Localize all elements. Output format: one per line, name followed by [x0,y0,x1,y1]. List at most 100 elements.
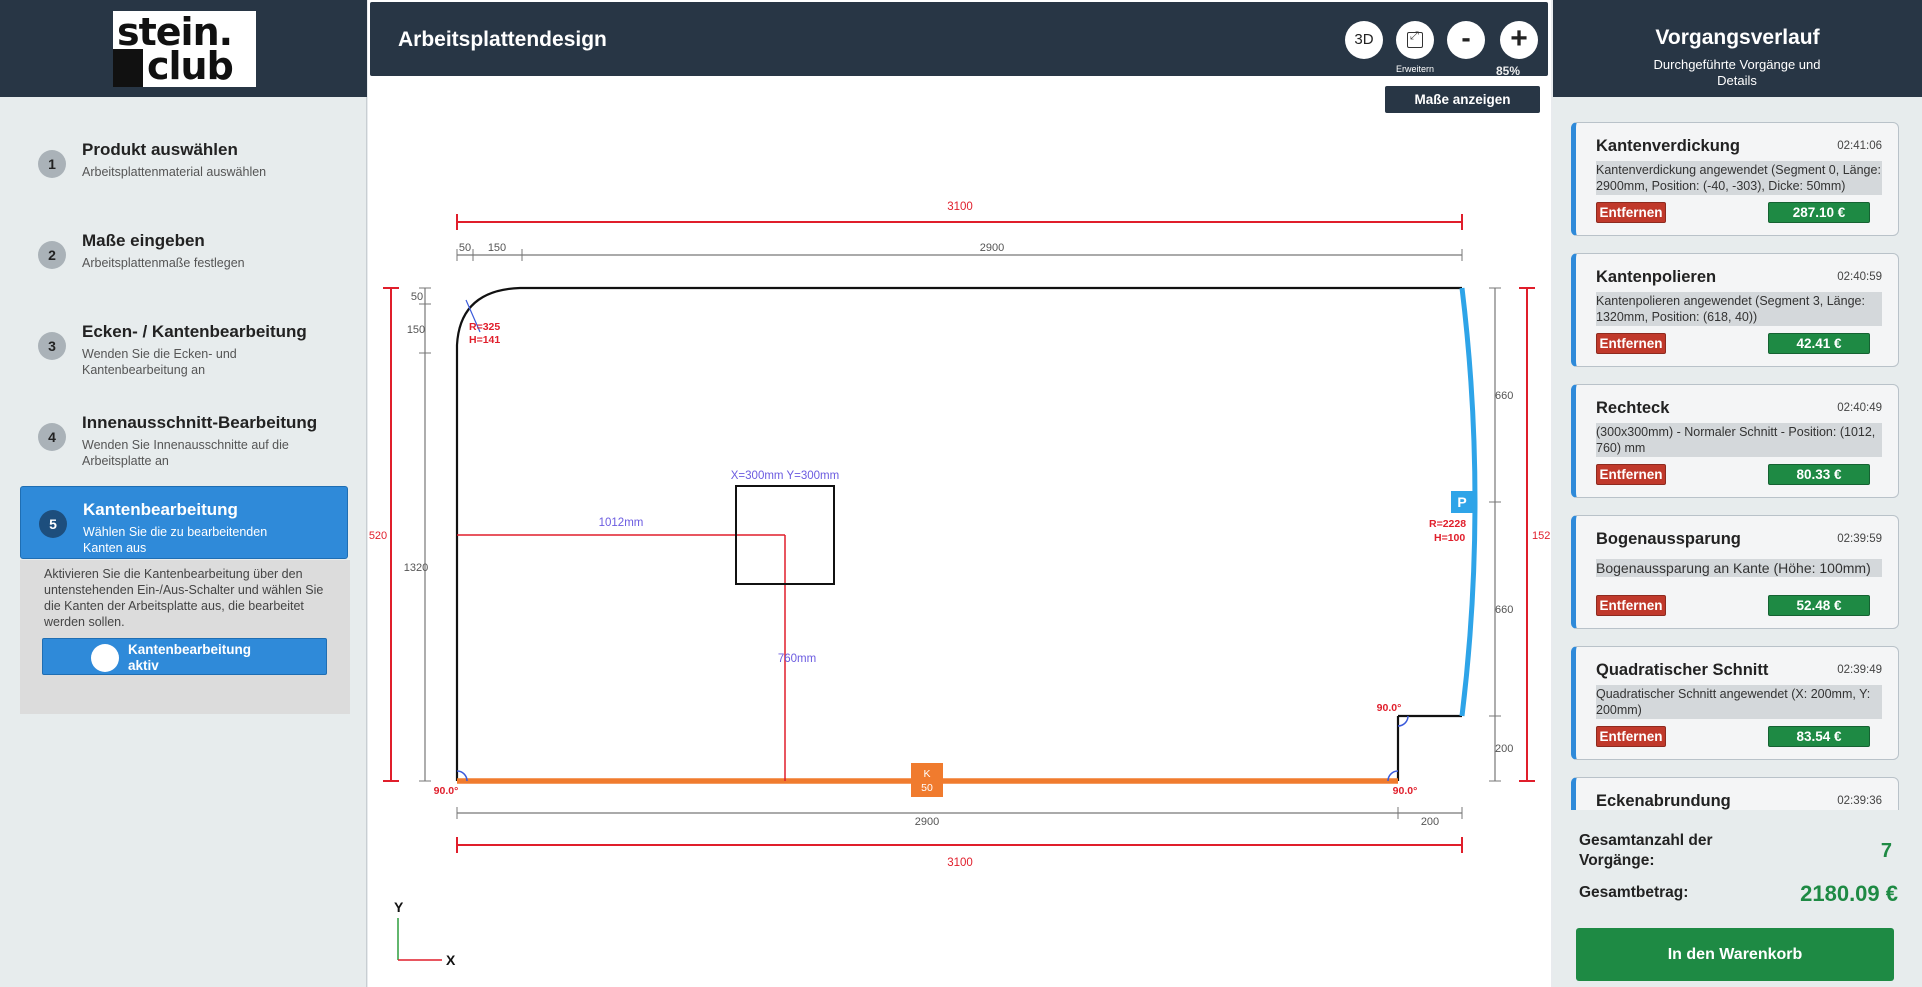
add-to-cart-button[interactable]: In den Warenkorb [1576,928,1894,981]
step-number: 2 [38,241,66,269]
bottom-total-dimension-label: 3100 [947,857,973,869]
history-subtitle: Durchgeführte Vorgänge und Details [1653,57,1821,88]
card-title: Kantenverdickung [1596,137,1740,155]
right-660-top-label: 660 [1495,390,1513,402]
cutout-y-label: 760mm [778,653,816,665]
history-card: Rechteck 02:40:49 (300x300mm) - Normaler… [1571,384,1899,498]
price-badge: 287.10 € [1768,202,1870,223]
card-description: Kantenpolieren angewendet (Segment 3, Lä… [1596,292,1882,326]
right-200-label: 200 [1495,743,1513,755]
angle-bottom-right: 90.0° [1393,785,1418,797]
toggle-knob [91,644,119,672]
expand-arrow-icon: ⤢ [1410,30,1419,42]
step-description: Arbeitsplattenmaterial auswählen [82,165,267,179]
card-description: Bogenaussparung an Kante (Höhe: 100mm) [1596,559,1882,577]
left-50-label: 50 [411,291,423,303]
remove-button[interactable]: Entfernen [1596,333,1666,354]
editor-title: Arbeitsplattendesign [398,28,607,51]
bottom-2900-label: 2900 [915,816,939,828]
step-description: Arbeitsplattenmaße festlegen [82,256,245,270]
thickness-marker-k: K [923,768,930,780]
remove-button[interactable]: Entfernen [1596,595,1666,616]
price-badge: 42.41 € [1768,333,1870,354]
edge-processing-info: Aktivieren Sie die Kantenbearbeitung übe… [44,567,324,629]
card-time: 02:39:49 [1837,664,1882,676]
angle-bottom-left: 90.0° [434,785,459,797]
toggle-label: Kantenbearbeitung aktiv [128,642,252,673]
history-sidebar: Vorgangsverlauf Durchgeführte Vorgänge u… [1553,0,1922,987]
zoom-level: 85% [1495,64,1521,78]
expand-label: Erweitern [1395,64,1434,74]
total-amount-value: 2180.09 € [1800,881,1898,906]
card-time: 02:40:59 [1837,271,1882,283]
edge-processing-toggle[interactable]: Kantenbearbeitung aktiv [42,638,327,675]
remove-button[interactable]: Entfernen [1596,202,1666,223]
card-title: Bogenaussparung [1596,530,1741,548]
top-2900-label: 2900 [980,242,1004,254]
step-title: Produkt auswählen [82,140,238,159]
price-badge: 80.33 € [1768,464,1870,485]
logo-bar: stein. club [0,0,367,97]
history-card: Kantenpolieren 02:40:59 Kantenpolieren a… [1571,253,1899,367]
remove-button[interactable]: Entfernen [1596,726,1666,747]
bottom-200-label: 200 [1421,816,1439,828]
history-card: Bogenaussparung 02:39:59 Bogenaussparung… [1571,515,1899,629]
design-editor: 3100 50 150 2900 520 50 150 1320 152 660… [368,0,1551,987]
step-number: 1 [38,150,66,178]
stein-club-logo[interactable]: stein. club [113,11,256,87]
price-badge: 52.48 € [1768,595,1870,616]
step-number: 5 [39,510,67,538]
step-title: Maße eingeben [82,231,205,250]
operation-count-value: 7 [1880,840,1892,862]
steps-sidebar: stein. club 1 Produkt auswählen Arbeitsp… [0,0,367,987]
arc-radius-label: R=2228 [1429,518,1466,530]
step-2-dimensions[interactable]: 2 Maße eingeben Arbeitsplattenmaße festl… [20,217,348,289]
operation-count-label: Gesamtanzahl der Vorgänge: [1579,832,1713,869]
card-title: Eckenabrundung [1596,792,1731,810]
history-list[interactable]: Kantenverdickung 02:41:06 Kantenverdicku… [1553,97,1922,810]
y-axis-label: Y [394,899,404,915]
card-description: Quadratischer Schnitt angewendet (X: 200… [1596,685,1882,719]
card-time: 02:41:06 [1837,140,1882,152]
3d-view-button[interactable]: 3D [1345,21,1383,59]
zoom-out-button[interactable]: - [1447,21,1485,59]
left-total-dimension-label: 520 [369,530,387,542]
corner-height-label: H=141 [469,334,500,346]
card-title: Rechteck [1596,399,1670,417]
history-title: Vorgangsverlauf [1655,26,1820,49]
edge-processing-panel: Aktivieren Sie die Kantenbearbeitung übe… [20,560,350,714]
polish-marker-label: P [1457,494,1466,510]
worktop-drawing-canvas[interactable]: 3100 50 150 2900 520 50 150 1320 152 660… [368,0,1551,987]
expand-button[interactable]: ⤢ [1396,21,1434,59]
total-amount-label: Gesamtbetrag: [1579,884,1689,901]
logo-text-2: club [147,44,234,88]
card-description: (300x300mm) - Normaler Schnitt - Positio… [1596,423,1882,457]
show-dimensions-button[interactable]: Maße anzeigen [1385,86,1540,113]
step-title: Kantenbearbeitung [83,500,238,519]
step-number: 4 [38,423,66,451]
remove-button[interactable]: Entfernen [1596,464,1666,485]
thickness-marker-value: 50 [921,782,933,794]
step-description: Wenden Sie Innenausschnitte auf die Arbe… [82,438,289,468]
step-1-product[interactable]: 1 Produkt auswählen Arbeitsplattenmateri… [20,126,348,198]
right-total-dimension-label: 152 [1532,530,1550,542]
step-5-edge-processing[interactable]: 5 Kantenbearbeitung Wählen Sie die zu be… [20,486,348,559]
history-card: Quadratischer Schnitt 02:39:49 Quadratis… [1571,646,1899,760]
right-660-bottom-label: 660 [1495,604,1513,616]
step-4-cutouts[interactable]: 4 Innenausschnitt-Bearbeitung Wenden Sie… [20,399,348,471]
step-title: Ecken- / Kantenbearbeitung [82,322,307,341]
card-title: Quadratischer Schnitt [1596,661,1769,679]
corner-radius-label: R=325 [469,321,500,333]
zoom-in-button[interactable]: + [1500,21,1538,59]
step-3-corners-edges[interactable]: 3 Ecken- / Kantenbearbeitung Wenden Sie … [20,308,348,380]
price-badge: 83.54 € [1768,726,1870,747]
order-summary: Gesamtanzahl der Vorgänge: 7 Gesamtbetra… [1553,828,1922,987]
card-time: 02:39:36 [1837,795,1882,807]
left-1320-label: 1320 [404,562,428,574]
step-description: Wenden Sie die Ecken- und Kantenbearbeit… [82,347,237,377]
card-description: Kantenverdickung angewendet (Segment 0, … [1596,161,1882,195]
arc-height-label: H=100 [1434,532,1465,544]
top-50-label: 50 [459,242,471,254]
top-total-dimension-label: 3100 [947,201,973,213]
history-header: Vorgangsverlauf Durchgeführte Vorgänge u… [1553,0,1922,97]
